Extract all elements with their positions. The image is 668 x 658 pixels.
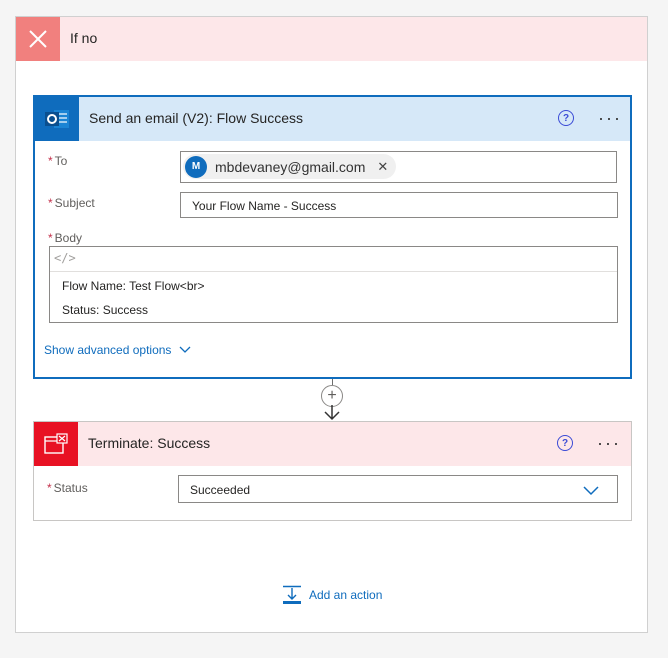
- add-action-icon: [282, 585, 302, 605]
- send-email-header[interactable]: Send an email (V2): Flow Success ? ···: [35, 97, 630, 141]
- chevron-down-icon: [583, 485, 599, 499]
- terminate-title: Terminate: Success: [88, 435, 211, 451]
- code-view-icon[interactable]: </>: [54, 251, 76, 265]
- send-email-action-card: Send an email (V2): Flow Success ? ··· *…: [33, 95, 632, 379]
- body-line-2: Status: Success: [62, 303, 149, 317]
- recipient-chip: M mbdevaney@gmail.com ✕: [183, 154, 397, 179]
- to-label: * To: [48, 154, 68, 168]
- subject-label: * Subject: [48, 196, 95, 210]
- help-icon[interactable]: ?: [557, 435, 573, 451]
- recipient-email: mbdevaney@gmail.com: [215, 158, 366, 175]
- body-label: * Body: [48, 231, 83, 245]
- close-icon: [16, 17, 60, 61]
- body-line-1: Flow Name: Test Flow<br>: [62, 279, 205, 293]
- avatar: M: [185, 155, 207, 178]
- help-icon[interactable]: ?: [558, 110, 574, 126]
- insert-step-button[interactable]: +: [321, 385, 343, 407]
- subject-field[interactable]: Your Flow Name - Success: [180, 192, 618, 218]
- show-advanced-options-link[interactable]: Show advanced options: [44, 343, 191, 357]
- send-email-title: Send an email (V2): Flow Success: [89, 110, 303, 126]
- body-editor[interactable]: </> Flow Name: Test Flow<br> Status: Suc…: [49, 246, 618, 323]
- more-options-icon[interactable]: ···: [598, 109, 622, 127]
- terminate-icon: [34, 422, 78, 466]
- terminate-action-card: Terminate: Success ? ··· * Status Succeed…: [33, 421, 632, 521]
- remove-recipient-icon[interactable]: ✕: [377, 159, 388, 175]
- add-action-label: Add an action: [309, 588, 383, 602]
- subject-value: Your Flow Name - Success: [192, 199, 337, 213]
- status-select[interactable]: Succeeded: [178, 475, 618, 503]
- more-options-icon[interactable]: ···: [597, 434, 621, 452]
- condition-branch-if-no: If no Send an email (V2): Flow Success ?…: [15, 16, 648, 633]
- if-no-title: If no: [70, 30, 98, 46]
- status-value: Succeeded: [190, 483, 251, 497]
- terminate-header[interactable]: Terminate: Success ? ···: [34, 422, 631, 466]
- code-view-toolbar: </>: [50, 247, 617, 272]
- add-action-button[interactable]: Add an action: [282, 585, 382, 605]
- outlook-icon: [35, 97, 79, 141]
- to-field[interactable]: M mbdevaney@gmail.com ✕: [180, 151, 617, 183]
- chevron-down-icon: [179, 346, 191, 354]
- if-no-header[interactable]: If no: [16, 17, 647, 61]
- status-label: * Status: [47, 481, 88, 495]
